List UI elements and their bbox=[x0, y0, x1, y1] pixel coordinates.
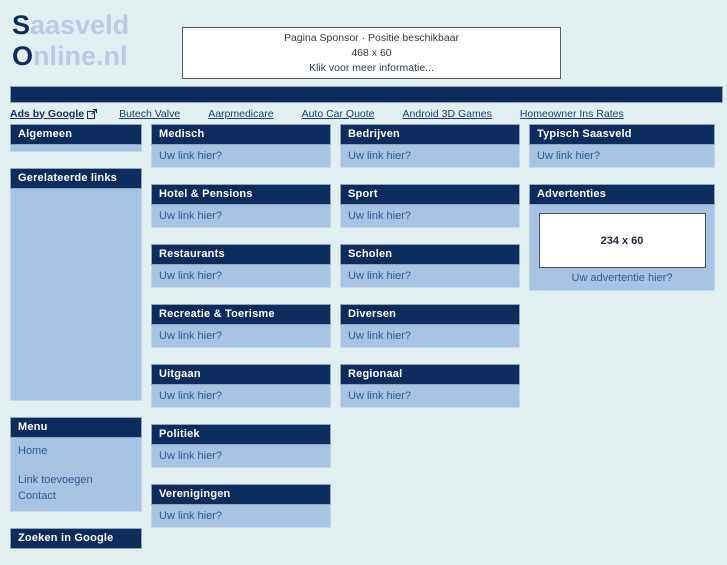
card-verenigingen-body: Uw link hier? bbox=[151, 505, 331, 528]
panel-gerelateerde-links-body bbox=[10, 189, 142, 401]
panel-menu-body: Home Link toevoegen Contact bbox=[10, 438, 142, 512]
category-column-one: Medisch Uw link hier? Hotel & Pensions U… bbox=[151, 124, 331, 544]
card-diversen-body: Uw link hier? bbox=[340, 325, 520, 348]
card-sport: Sport Uw link hier? bbox=[340, 184, 520, 228]
uw-link-hier[interactable]: Uw link hier? bbox=[348, 209, 512, 223]
page-header: Saasveld Online.nl Pagina Sponsor · Posi… bbox=[0, 0, 727, 86]
logo-initial-o: O bbox=[12, 41, 34, 71]
site-logo[interactable]: Saasveld Online.nl bbox=[12, 10, 129, 72]
ad-link-3[interactable]: Android 3D Games bbox=[403, 108, 492, 120]
card-hotel-pensions-body: Uw link hier? bbox=[151, 205, 331, 228]
menu-spacer bbox=[18, 459, 134, 472]
logo-text-online: nline.nl bbox=[33, 41, 128, 71]
card-restaurants: Restaurants Uw link hier? bbox=[151, 244, 331, 288]
panel-menu: Menu Home Link toevoegen Contact bbox=[10, 417, 142, 512]
menu-item-link-toevoegen[interactable]: Link toevoegen bbox=[18, 472, 134, 488]
ads-by-google-label: Ads by Google bbox=[10, 107, 85, 120]
ad-link-4[interactable]: Homeowner Ins Rates bbox=[520, 108, 624, 120]
card-uitgaan: Uitgaan Uw link hier? bbox=[151, 364, 331, 408]
sponsor-line-3: Klik voor meer informatie... bbox=[309, 61, 434, 74]
category-column-three: Typisch Saasveld Uw link hier? Advertent… bbox=[529, 124, 715, 307]
uw-link-hier[interactable]: Uw link hier? bbox=[348, 149, 512, 163]
ad-link-1[interactable]: Aarpmedicare bbox=[208, 108, 273, 120]
card-regionaal: Regionaal Uw link hier? bbox=[340, 364, 520, 408]
panel-zoeken-in-google: Zoeken in Google bbox=[10, 528, 142, 549]
card-verenigingen-title[interactable]: Verenigingen bbox=[151, 484, 331, 505]
uw-link-hier[interactable]: Uw link hier? bbox=[348, 329, 512, 343]
category-column-two: Bedrijven Uw link hier? Sport Uw link hi… bbox=[340, 124, 520, 424]
logo-text-saasveld: aasveld bbox=[30, 10, 130, 40]
uw-link-hier[interactable]: Uw link hier? bbox=[348, 269, 512, 283]
uw-advertentie-hier-link[interactable]: Uw advertentie hier? bbox=[537, 268, 707, 286]
panel-menu-title[interactable]: Menu bbox=[10, 417, 142, 438]
card-uitgaan-title[interactable]: Uitgaan bbox=[151, 364, 331, 385]
card-hotel-pensions-title[interactable]: Hotel & Pensions bbox=[151, 184, 331, 205]
ad-link-0[interactable]: Butech Valve bbox=[119, 108, 180, 120]
card-restaurants-title[interactable]: Restaurants bbox=[151, 244, 331, 265]
menu-item-contact[interactable]: Contact bbox=[18, 488, 134, 504]
card-scholen-title[interactable]: Scholen bbox=[340, 244, 520, 265]
uw-link-hier[interactable]: Uw link hier? bbox=[159, 269, 323, 283]
sidebar: Algemeen Gerelateerde links Menu Home Li… bbox=[10, 124, 142, 565]
card-recreatie-toerisme: Recreatie & Toerisme Uw link hier? bbox=[151, 304, 331, 348]
ad-link-2[interactable]: Auto Car Quote bbox=[302, 108, 375, 120]
menu-item-home[interactable]: Home bbox=[18, 443, 134, 459]
ads-by-google-link[interactable]: Ads by Google bbox=[10, 107, 98, 120]
card-bedrijven-title[interactable]: Bedrijven bbox=[340, 124, 520, 145]
card-bedrijven-body: Uw link hier? bbox=[340, 145, 520, 168]
card-sport-body: Uw link hier? bbox=[340, 205, 520, 228]
external-link-icon bbox=[87, 108, 98, 119]
adsbar-divider bbox=[10, 86, 723, 103]
panel-algemeen: Algemeen bbox=[10, 124, 142, 152]
card-medisch-title[interactable]: Medisch bbox=[151, 124, 331, 145]
sponsor-banner[interactable]: Pagina Sponsor · Positie beschikbaar 468… bbox=[182, 27, 561, 79]
card-sport-title[interactable]: Sport bbox=[340, 184, 520, 205]
panel-algemeen-body bbox=[10, 145, 142, 152]
card-politiek-title[interactable]: Politiek bbox=[151, 424, 331, 445]
card-medisch: Medisch Uw link hier? bbox=[151, 124, 331, 168]
card-restaurants-body: Uw link hier? bbox=[151, 265, 331, 288]
uw-link-hier[interactable]: Uw link hier? bbox=[159, 149, 323, 163]
card-regionaal-title[interactable]: Regionaal bbox=[340, 364, 520, 385]
card-hotel-pensions: Hotel & Pensions Uw link hier? bbox=[151, 184, 331, 228]
card-uitgaan-body: Uw link hier? bbox=[151, 385, 331, 408]
card-scholen-body: Uw link hier? bbox=[340, 265, 520, 288]
logo-initial-s: S bbox=[12, 10, 31, 40]
card-recreatie-toerisme-body: Uw link hier? bbox=[151, 325, 331, 348]
card-diversen-title[interactable]: Diversen bbox=[340, 304, 520, 325]
panel-zoeken-in-google-title[interactable]: Zoeken in Google bbox=[10, 528, 142, 549]
panel-advertenties: Advertenties 234 x 60 Uw advertentie hie… bbox=[529, 184, 715, 291]
card-recreatie-toerisme-title[interactable]: Recreatie & Toerisme bbox=[151, 304, 331, 325]
card-typisch-saasveld: Typisch Saasveld Uw link hier? bbox=[529, 124, 715, 168]
uw-link-hier[interactable]: Uw link hier? bbox=[159, 449, 323, 463]
panel-advertenties-title[interactable]: Advertenties bbox=[529, 184, 715, 205]
card-diversen: Diversen Uw link hier? bbox=[340, 304, 520, 348]
uw-link-hier[interactable]: Uw link hier? bbox=[159, 509, 323, 523]
card-typisch-saasveld-body: Uw link hier? bbox=[529, 145, 715, 168]
google-ads-bar: Ads by Google Butech Valve Aarpmedicare … bbox=[0, 103, 727, 124]
uw-link-hier[interactable]: Uw link hier? bbox=[159, 329, 323, 343]
uw-link-hier[interactable]: Uw link hier? bbox=[348, 389, 512, 403]
card-bedrijven: Bedrijven Uw link hier? bbox=[340, 124, 520, 168]
uw-link-hier[interactable]: Uw link hier? bbox=[159, 209, 323, 223]
panel-gerelateerde-links-title[interactable]: Gerelateerde links bbox=[10, 168, 142, 189]
card-politiek-body: Uw link hier? bbox=[151, 445, 331, 468]
uw-link-hier[interactable]: Uw link hier? bbox=[537, 149, 707, 163]
card-politiek: Politiek Uw link hier? bbox=[151, 424, 331, 468]
card-medisch-body: Uw link hier? bbox=[151, 145, 331, 168]
card-verenigingen: Verenigingen Uw link hier? bbox=[151, 484, 331, 528]
sponsor-line-1: Pagina Sponsor · Positie beschikbaar bbox=[283, 31, 460, 44]
card-typisch-saasveld-title[interactable]: Typisch Saasveld bbox=[529, 124, 715, 145]
card-regionaal-body: Uw link hier? bbox=[340, 385, 520, 408]
logo-line-2: Online.nl bbox=[12, 41, 129, 72]
uw-link-hier[interactable]: Uw link hier? bbox=[159, 389, 323, 403]
sponsor-line-2: 468 x 60 bbox=[351, 46, 392, 59]
logo-line-1: Saasveld bbox=[12, 10, 129, 41]
advertisement-slot[interactable]: 234 x 60 bbox=[538, 213, 706, 268]
card-scholen: Scholen Uw link hier? bbox=[340, 244, 520, 288]
main-content: Algemeen Gerelateerde links Menu Home Li… bbox=[0, 124, 727, 565]
panel-advertenties-body: 234 x 60 Uw advertentie hier? bbox=[529, 205, 715, 291]
panel-gerelateerde-links: Gerelateerde links bbox=[10, 168, 142, 401]
panel-algemeen-title[interactable]: Algemeen bbox=[10, 124, 142, 145]
